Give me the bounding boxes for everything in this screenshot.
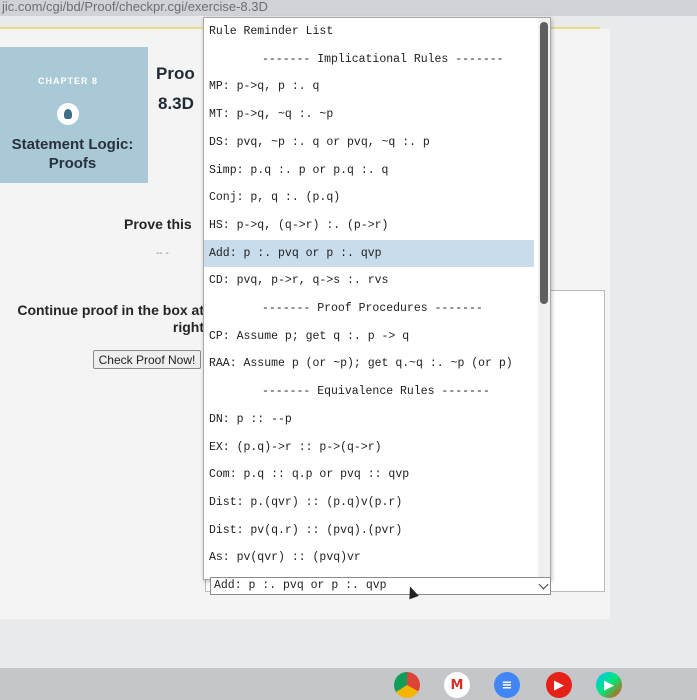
section-number: 8.3D bbox=[158, 94, 194, 113]
continue-label: Continue proof in the box at right bbox=[17, 302, 204, 335]
rule-option[interactable]: CP: Assume p; get q :. p -> q bbox=[204, 323, 534, 350]
dropdown-scrollbar[interactable] bbox=[538, 18, 550, 579]
docs-icon[interactable]: ≡ bbox=[494, 672, 520, 698]
rule-option[interactable]: DN: p :: --p bbox=[204, 406, 534, 433]
rule-option[interactable]: Dist: p.(qvr) :: (p.q)v(p.r) bbox=[204, 489, 534, 516]
scrollbar-thumb[interactable] bbox=[540, 22, 548, 304]
rule-option[interactable]: Dist: pv(q.r) :: (pvq).(pvr) bbox=[204, 517, 534, 544]
url-bar[interactable]: jic.com/cgi/bd/Proof/checkpr.cgi/exercis… bbox=[0, 0, 697, 16]
screen: jic.com/cgi/bd/Proof/checkpr.cgi/exercis… bbox=[0, 0, 697, 700]
page-title: Proo bbox=[156, 64, 195, 83]
play-store-icon[interactable]: ▶ bbox=[596, 672, 622, 698]
rule-option[interactable]: EX: (p.q)->r :: p->(q->r) bbox=[204, 434, 534, 461]
rule-dropdown-list[interactable]: Rule Reminder List ------- Implicational … bbox=[203, 17, 551, 580]
rule-option[interactable]: HS: p->q, (q->r) :. (p->r) bbox=[204, 212, 534, 239]
lightbulb-icon bbox=[57, 103, 79, 125]
rule-option[interactable]: CD: pvq, p->r, q->s :. rvs bbox=[204, 267, 534, 294]
prove-label: Prove this bbox=[124, 216, 192, 232]
rule-option[interactable]: Conj: p, q :. (p.q) bbox=[204, 184, 534, 211]
chevron-down-icon bbox=[538, 579, 549, 590]
rule-option[interactable]: Com: p.q :: q.p or pvq :: qvp bbox=[204, 461, 534, 488]
rule-option[interactable]: RAA: Assume p (or ~p); get q.~q :. ~p (o… bbox=[204, 350, 534, 377]
rule-option[interactable]: MT: p->q, ~q :. ~p bbox=[204, 101, 534, 128]
rule-section-header: ------- Implicational Rules ------- bbox=[262, 52, 504, 66]
rule-option[interactable]: MP: p->q, p :. q bbox=[204, 73, 534, 100]
youtube-icon[interactable]: ▶ bbox=[546, 672, 572, 698]
rule-option[interactable]: DS: pvq, ~p :. q or pvq, ~q :. p bbox=[204, 129, 534, 156]
prove-value: -- - bbox=[156, 248, 169, 259]
rule-section-header: ------- Equivalence Rules ------- bbox=[262, 385, 490, 399]
rule-select-value: Add: p :. pvq or p :. qvp bbox=[214, 579, 387, 592]
rule-option[interactable]: As: pv(qvr) :: (pvq)vr bbox=[204, 544, 534, 571]
rule-select[interactable]: Add: p :. pvq or p :. qvp bbox=[210, 577, 551, 595]
rule-option[interactable]: Simp: p.q :. p or p.q :. q bbox=[204, 157, 534, 184]
chapter-label: CHAPTER 8 bbox=[38, 76, 99, 86]
rule-option[interactable]: Add: p :. pvq or p :. qvp bbox=[204, 239, 534, 267]
chapter-title: Statement Logic: Proofs bbox=[11, 136, 134, 172]
check-proof-button[interactable]: Check Proof Now! bbox=[93, 350, 201, 369]
chrome-icon[interactable] bbox=[394, 672, 420, 698]
rule-list-title: Rule Reminder List bbox=[209, 25, 334, 38]
taskbar bbox=[0, 668, 697, 700]
rule-section-header: ------- Proof Procedures ------- bbox=[262, 302, 483, 315]
gmail-icon[interactable]: M bbox=[444, 672, 470, 698]
